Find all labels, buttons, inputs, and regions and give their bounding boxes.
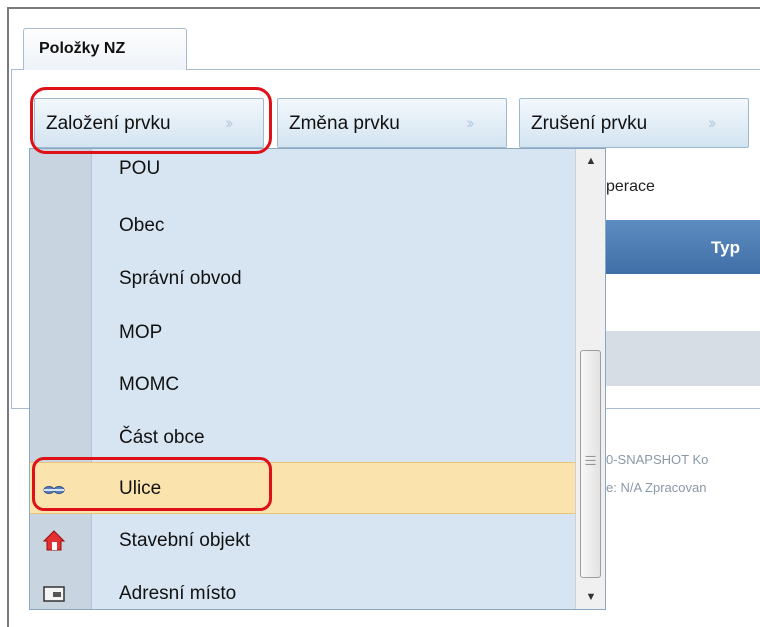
menu-item-obec[interactable]: Obec — [30, 200, 575, 252]
menu-item-label: MOMC — [119, 374, 180, 395]
menu-item-label: Ulice — [119, 478, 162, 499]
grip-icon: — — — — [585, 451, 596, 470]
menu-item-mop[interactable]: MOP — [30, 307, 575, 359]
tab-label: Položky NZ — [39, 40, 126, 57]
grid-header: Typ — [600, 220, 760, 274]
create-element-label: Založení prvku — [46, 113, 171, 134]
footer-version-text: 0-SNAPSHOT Ko — [606, 452, 709, 467]
menu-item-label: Správní obvod — [119, 268, 242, 289]
house-icon — [41, 528, 67, 554]
address-plate-icon — [41, 581, 67, 607]
menu-item-cast-obce[interactable]: Část obce — [30, 412, 575, 464]
menu-item-label: MOP — [119, 322, 163, 343]
chevron-right-icon: ›› — [708, 113, 717, 132]
create-element-button[interactable]: Založení prvku ›› — [34, 98, 264, 148]
scrollbar-thumb[interactable]: — — — — [580, 350, 601, 578]
change-element-label: Změna prvku — [289, 113, 400, 134]
menu-item-pou[interactable]: POU — [30, 149, 575, 195]
menu-item-label: Obec — [119, 215, 165, 236]
change-element-button[interactable]: Změna prvku ›› — [277, 98, 507, 148]
street-icon — [41, 476, 67, 502]
scroll-down-icon[interactable]: ▼ — [576, 585, 605, 609]
grid-footer-bar — [600, 331, 760, 386]
chevron-right-icon: ›› — [225, 113, 234, 132]
menu-item-ulice[interactable]: Ulice — [30, 462, 575, 514]
menu-scrollbar[interactable]: ▲ — — — ▼ — [575, 149, 605, 609]
footer-status-text: e: N/A Zpracovan — [606, 480, 707, 495]
menu-item-label: Stavební objekt — [119, 530, 250, 551]
operation-label: perace — [606, 178, 655, 195]
menu-item-stavebni-objekt[interactable]: Stavební objekt — [30, 515, 575, 567]
menu-item-momc[interactable]: MOMC — [30, 359, 575, 411]
grid-header-type[interactable]: Typ — [711, 238, 740, 258]
create-element-menu: POU Obec Správní obvod MOP MOMC Část obc… — [29, 148, 606, 610]
menu-item-adresni-misto[interactable]: Adresní místo — [30, 568, 575, 609]
delete-element-label: Zrušení prvku — [531, 113, 648, 134]
tab-polozky-nz[interactable]: Položky NZ — [23, 28, 187, 70]
menu-item-label: Část obce — [119, 427, 205, 448]
menu-item-label: POU — [119, 158, 161, 179]
menu-item-spravni-obvod[interactable]: Správní obvod — [30, 253, 575, 305]
delete-element-button[interactable]: Zrušení prvku ›› — [519, 98, 749, 148]
scroll-up-icon[interactable]: ▲ — [576, 149, 605, 173]
menu-item-label: Adresní místo — [119, 583, 237, 604]
chevron-right-icon: ›› — [466, 113, 475, 132]
